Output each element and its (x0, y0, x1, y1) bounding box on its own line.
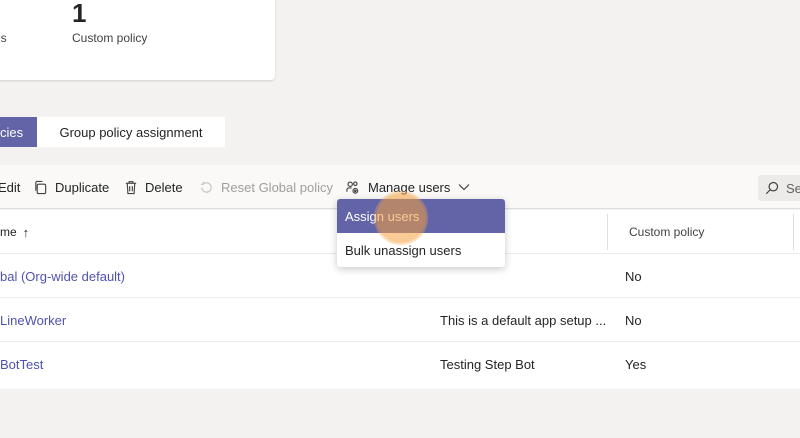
policy-name-link[interactable]: bal (Org-wide default) (0, 254, 125, 298)
custom-policy-label: Custom policy (72, 31, 148, 45)
table-row[interactable]: BotTest Testing Step Bot Yes (0, 342, 800, 389)
edit-button-label: Edit (0, 179, 21, 195)
custom-policy-count: 1 (72, 0, 87, 28)
search-icon (765, 181, 779, 195)
summary-card: licies 1 Custom policy (0, 0, 275, 80)
column-header-custom-policy[interactable]: Custom policy (629, 210, 704, 254)
delete-button-label: Delete (145, 179, 183, 195)
duplicate-button[interactable]: Duplicate (33, 165, 109, 209)
column-header-name-label: me (0, 225, 17, 239)
tab-group-policy-assignment[interactable]: Group policy assignment (37, 117, 225, 147)
trash-icon (125, 180, 137, 194)
policy-custom-value: No (625, 268, 642, 284)
stat-label-policies: licies (0, 31, 7, 45)
reset-global-policy-label: Reset Global policy (221, 179, 333, 195)
reset-icon (200, 181, 212, 193)
people-settings-icon (346, 181, 359, 194)
table-row[interactable]: LineWorker This is a default app setup .… (0, 298, 800, 342)
search-input[interactable]: Se (758, 175, 800, 201)
duplicate-button-label: Duplicate (55, 179, 110, 195)
delete-button[interactable]: Delete (124, 165, 183, 209)
policy-tabs: cies Group policy assignment (0, 117, 225, 147)
sort-ascending-icon: ↑ (22, 224, 30, 240)
manage-users-label: Manage users (368, 179, 451, 195)
chevron-down-icon (458, 184, 470, 191)
tab-policies[interactable]: cies (0, 117, 37, 147)
column-header-name[interactable]: me ↑ (0, 210, 29, 254)
column-divider (793, 214, 794, 250)
search-placeholder: Se (786, 180, 800, 196)
policy-name-link[interactable]: BotTest (0, 342, 43, 386)
policy-custom-value: Yes (625, 356, 647, 372)
column-divider (607, 214, 608, 250)
duplicate-icon (35, 180, 47, 194)
menu-item-assign-users[interactable]: Assign users (337, 199, 505, 233)
menu-item-bulk-unassign-users[interactable]: Bulk unassign users (337, 233, 505, 267)
edit-button[interactable]: Edit (0, 165, 20, 209)
policy-custom-value: No (625, 312, 642, 328)
manage-users-menu: Assign users Bulk unassign users (337, 199, 505, 267)
policy-name-link[interactable]: LineWorker (0, 298, 66, 342)
policy-description: This is a default app setup ... (440, 312, 607, 328)
policy-description: Testing Step Bot (440, 356, 535, 372)
reset-global-policy-button[interactable]: Reset Global policy (199, 165, 333, 209)
policies-page: licies 1 Custom policy cies Group policy… (0, 0, 800, 438)
